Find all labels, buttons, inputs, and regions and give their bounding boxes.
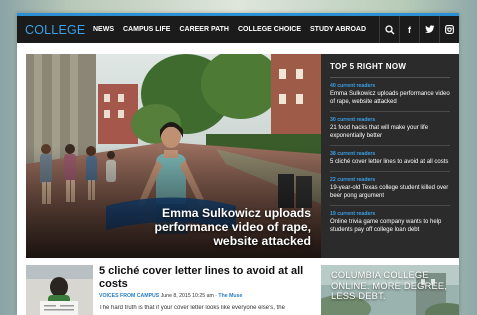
top5-item[interactable]: 30 current readers 21 food hacks that wi… [330,112,450,146]
meta-separator: · [215,293,217,299]
article-title[interactable]: 5 cliché cover letter lines to avoid at … [99,265,313,290]
nav-career-path[interactable]: CAREER PATH [179,26,229,33]
reader-count: 38 current readers [330,151,376,157]
article-excerpt: The hard truth is that if your cover let… [99,305,285,311]
hero-feature[interactable]: Emma Sulkowicz uploads performance video… [26,54,321,258]
nav-campus-life[interactable]: CAMPUS LIFE [123,26,170,33]
top5-item-title[interactable]: Online trivia game company wants to help… [330,218,450,234]
article-thumbnail[interactable] [26,265,93,315]
top5-title: TOP 5 RIGHT NOW [330,62,450,78]
site-logo[interactable]: COLLEGE [25,23,87,37]
top5-item-title[interactable]: 5 cliché cover letter lines to avoid at … [330,158,450,166]
advertisement[interactable]: COLUMBIA COLLEGE ONLINE. MORE DEGREE, LE… [321,265,459,315]
facebook-icon: f [408,24,411,35]
reader-count: 22 current readers [330,177,376,183]
nav-college-choice[interactable]: COLLEGE CHOICE [238,26,301,33]
top-navigation-bar: COLLEGE NEWS CAMPUS LIFE CAREER PATH COL… [17,13,459,43]
article-card[interactable]: 5 cliché cover letter lines to avoid at … [26,265,313,315]
header-tools: f [379,16,459,43]
thumbnail-photo [26,265,93,315]
ad-headline[interactable]: COLUMBIA COLLEGE ONLINE. MORE DEGREE, LE… [331,270,456,302]
top5-item[interactable]: 38 current readers 5 cliché cover letter… [330,146,450,172]
search-button[interactable] [379,16,399,43]
search-icon [384,24,394,34]
twitter-button[interactable] [419,16,439,43]
facebook-button[interactable]: f [399,16,419,43]
article-source[interactable]: The Muse [218,293,242,299]
instagram-button[interactable] [439,16,459,43]
article-section[interactable]: VOICES FROM CAMPUS [99,293,159,299]
top5-panel: TOP 5 RIGHT NOW 40 current readers Emma … [321,54,459,258]
top5-item-title[interactable]: 21 food hacks that will make your life e… [330,124,450,140]
top5-item[interactable]: 22 current readers 19-year-old Texas col… [330,172,450,206]
twitter-icon [424,25,434,33]
reader-count: 40 current readers [330,83,376,89]
page: COLLEGE NEWS CAMPUS LIFE CAREER PATH COL… [17,13,459,315]
reader-count: 30 current readers [330,117,376,123]
nav-study-abroad[interactable]: STUDY ABROAD [310,26,366,33]
article-meta: VOICES FROM CAMPUS June 8, 2015 10:25 am… [99,293,242,299]
article-date: June 8, 2015 10:25 am [160,293,214,299]
top5-item-title[interactable]: Emma Sulkowicz uploads performance video… [330,90,450,106]
nav-news[interactable]: NEWS [93,26,114,33]
main-nav: NEWS CAMPUS LIFE CAREER PATH COLLEGE CHO… [93,26,366,33]
reader-count: 19 current readers [330,211,376,217]
top5-item[interactable]: 19 current readers Online trivia game co… [330,206,450,239]
top5-item[interactable]: 40 current readers Emma Sulkowicz upload… [330,78,450,112]
top5-item-title[interactable]: 19-year-old Texas college student killed… [330,184,450,200]
instagram-icon [445,25,454,34]
hero-headline[interactable]: Emma Sulkowicz uploads performance video… [111,206,311,248]
